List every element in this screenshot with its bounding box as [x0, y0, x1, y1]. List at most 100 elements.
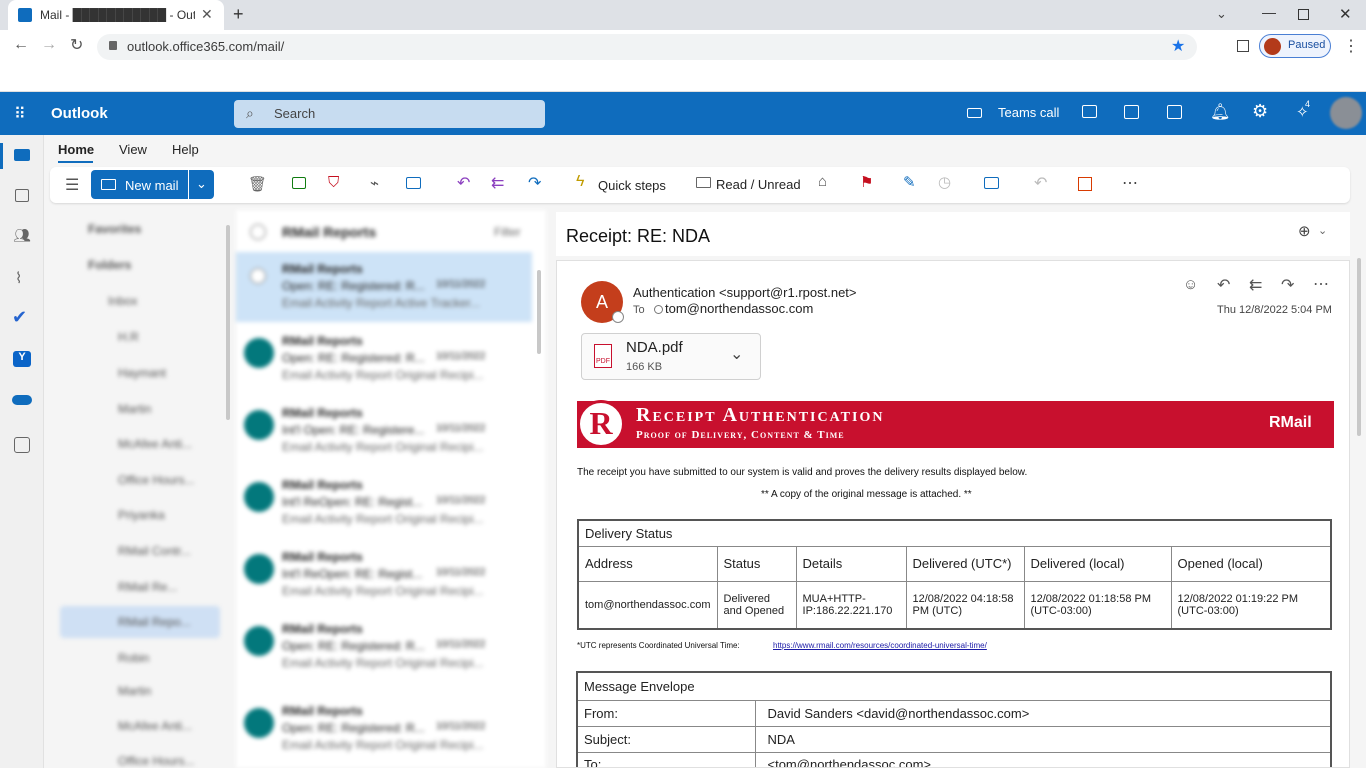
folder-item[interactable]: Martin: [118, 684, 151, 698]
browser-tab[interactable]: Mail - ███████████ - Outlook ✕: [8, 0, 224, 30]
todo-icon[interactable]: ✔: [12, 307, 27, 328]
more-actions-icon[interactable]: ⋯: [1313, 274, 1329, 294]
archive-icon[interactable]: [292, 177, 306, 189]
sender-name[interactable]: Authentication <support@r1.rpost.net>: [633, 285, 857, 300]
list-item[interactable]: RMail Reports Int'l ReOpen: RE: Regist..…: [236, 546, 532, 610]
restore-icon[interactable]: [1298, 9, 1309, 20]
attachment-icon[interactable]: ⌇: [15, 269, 22, 287]
tab-view[interactable]: View: [119, 142, 147, 157]
filter-button[interactable]: Filter: [494, 225, 521, 239]
yammer-icon[interactable]: Y: [13, 351, 31, 367]
forward-icon[interactable]: ↷: [1281, 275, 1294, 295]
reply-icon[interactable]: ↶: [457, 173, 470, 193]
tab-home[interactable]: Home: [58, 142, 94, 157]
new-mail-dropdown-chevron-icon[interactable]: ⌄: [189, 170, 214, 199]
calendar-icon[interactable]: [15, 189, 29, 202]
tab-search-icon[interactable]: ⌄: [1216, 6, 1227, 22]
quick-steps-button[interactable]: Quick steps: [598, 178, 666, 193]
more-apps-icon[interactable]: [14, 437, 30, 453]
folder-item[interactable]: McAfee Anti...: [118, 719, 192, 733]
rules-icon[interactable]: [984, 177, 999, 189]
sweep-icon[interactable]: ⌁: [370, 174, 379, 192]
back-icon[interactable]: ←: [13, 36, 29, 54]
pin-icon[interactable]: ✎: [903, 173, 916, 191]
more-options-icon[interactable]: ⋯: [1122, 173, 1138, 193]
read-unread-button[interactable]: Read / Unread: [716, 177, 801, 192]
reload-icon[interactable]: ↻: [70, 35, 83, 55]
bookmark-star-icon[interactable]: ★: [1171, 36, 1185, 56]
flag-icon[interactable]: ⚑: [860, 173, 873, 191]
reading-pane-scrollbar[interactable]: [1357, 258, 1361, 436]
account-avatar[interactable]: [1330, 97, 1362, 129]
undo-icon[interactable]: ↶: [1034, 173, 1047, 193]
folder-item[interactable]: Haymant: [118, 366, 166, 380]
browser-menu-icon[interactable]: ⋮: [1343, 36, 1359, 56]
close-window-icon[interactable]: ✕: [1339, 5, 1352, 23]
move-to-icon[interactable]: [406, 177, 421, 189]
onedrive-icon[interactable]: [12, 395, 32, 405]
list-item[interactable]: RMail Reports Open: RE: Registered: R...…: [236, 618, 532, 682]
teams-call-button[interactable]: Teams call: [998, 105, 1059, 120]
zoom-icon[interactable]: ⊕: [1298, 222, 1311, 240]
reply-icon[interactable]: ↶: [1217, 275, 1230, 295]
column-header: Status: [716, 545, 797, 582]
forward-mail-icon[interactable]: ↷: [528, 173, 541, 193]
recipient[interactable]: tom@northendassoc.com: [665, 301, 813, 316]
report-icon[interactable]: ⛉: [328, 174, 339, 191]
folder-item[interactable]: Office Hours...: [118, 754, 194, 768]
mail-icon[interactable]: [14, 149, 30, 161]
folder-item[interactable]: H.R: [118, 330, 139, 344]
forward-icon[interactable]: →: [41, 36, 57, 54]
tab-help[interactable]: Help: [172, 142, 199, 157]
folder-item[interactable]: McAfee Anti...: [118, 437, 192, 451]
select-all-checkbox[interactable]: [250, 224, 266, 240]
zoom-chevron-down-icon[interactable]: ⌄: [1318, 224, 1327, 237]
reply-all-icon[interactable]: ⇇: [491, 173, 504, 193]
copy-note: ** A copy of the original message is att…: [761, 489, 972, 500]
address-bar[interactable]: outlook.office365.com/mail/ ★: [97, 34, 1197, 60]
folder-item[interactable]: Office Hours...: [118, 473, 194, 487]
list-item[interactable]: RMail Reports Int'l ReOpen: RE: Regist..…: [236, 474, 532, 538]
tag-icon[interactable]: ⌂: [818, 173, 827, 190]
hamburger-icon[interactable]: ☰: [65, 175, 79, 195]
message-list-scrollbar[interactable]: [537, 270, 541, 354]
list-item[interactable]: RMail Reports Int'l Open: RE: Registere.…: [236, 402, 532, 466]
bell-icon[interactable]: 🔔︎: [1210, 102, 1230, 122]
search-box[interactable]: ⌕ Search: [234, 100, 545, 128]
folder-item-selected[interactable]: RMail Repo...: [118, 615, 191, 629]
chat-icon[interactable]: [1082, 105, 1097, 118]
list-item[interactable]: RMail Reports Open: RE: Registered: R...…: [236, 330, 532, 394]
gear-icon[interactable]: ⚙: [1252, 101, 1268, 122]
folder-item[interactable]: Martin: [118, 402, 151, 416]
folder-item[interactable]: Robin: [118, 651, 149, 665]
my-day-icon[interactable]: [1167, 105, 1182, 119]
folder-item[interactable]: RMail Contr...: [118, 544, 191, 558]
close-tab-icon[interactable]: ✕: [201, 6, 213, 23]
people-icon[interactable]: 👥︎: [13, 227, 31, 244]
attachment-chevron-down-icon[interactable]: ⌄: [730, 344, 743, 364]
favorites-header[interactable]: Favorites: [88, 222, 141, 236]
list-item[interactable]: RMail Reports Open: RE: Registered: R...…: [236, 258, 532, 322]
new-mail-button[interactable]: New mail: [91, 170, 188, 199]
table-cell: Delivered and Opened: [716, 580, 797, 630]
reply-all-icon[interactable]: ⇇: [1249, 275, 1262, 295]
folder-item[interactable]: Inbox: [108, 294, 137, 308]
emoji-react-icon[interactable]: ☺: [1183, 276, 1198, 293]
delete-icon[interactable]: 🗑︎: [248, 175, 267, 193]
office-icon[interactable]: [1124, 105, 1139, 119]
row-checkbox[interactable]: [250, 268, 266, 284]
apps-icon[interactable]: [1078, 177, 1092, 191]
utc-link[interactable]: https://www.rmail.com/resources/coordina…: [773, 641, 987, 650]
app-launcher-icon[interactable]: ⠿: [14, 104, 26, 124]
side-panel-icon[interactable]: [1237, 40, 1249, 52]
minimize-icon[interactable]: —: [1262, 4, 1276, 20]
list-item[interactable]: RMail Reports Open: RE: Registered: R...…: [236, 700, 532, 764]
new-tab-icon[interactable]: +: [233, 4, 244, 25]
folder-scrollbar[interactable]: [226, 225, 230, 420]
folder-item[interactable]: RMail Re...: [118, 580, 177, 594]
folder-item[interactable]: Priyanka: [118, 508, 165, 522]
snooze-icon[interactable]: ◷: [938, 173, 951, 191]
attachment-card[interactable]: PDF NDA.pdf 166 KB ⌄: [581, 333, 761, 380]
profile-paused-button[interactable]: Paused: [1259, 34, 1331, 58]
folders-header[interactable]: Folders: [88, 258, 131, 272]
